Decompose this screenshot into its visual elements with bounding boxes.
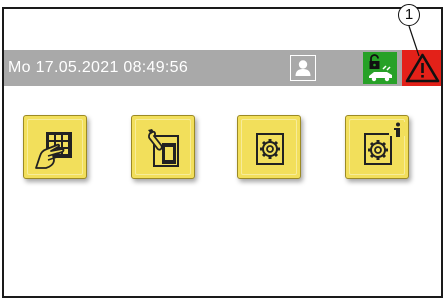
service-wrench-icon <box>148 129 179 167</box>
settings-tile[interactable] <box>237 115 301 179</box>
date-time-display: Mo 17.05.2021 08:49:56 <box>8 59 189 76</box>
settings-info-icon <box>364 122 405 165</box>
user-icon <box>295 60 311 76</box>
lock-status-button[interactable] <box>363 52 397 84</box>
status-bar: Mo 17.05.2021 08:49:56 <box>4 50 441 86</box>
info-settings-tile[interactable] <box>345 115 409 179</box>
lock-vehicle-icon <box>369 54 392 82</box>
callout-marker: 1 <box>398 4 420 26</box>
warning-triangle-icon <box>405 53 440 83</box>
screen-panel: Mo 17.05.2021 08:49:56 <box>2 7 443 298</box>
manual-operation-tile[interactable] <box>23 115 87 179</box>
hand-keypad-icon <box>35 132 72 169</box>
service-tile[interactable] <box>131 115 195 179</box>
user-button[interactable] <box>290 55 316 81</box>
settings-gear-icon <box>256 133 284 165</box>
alarm-button[interactable] <box>402 50 441 86</box>
